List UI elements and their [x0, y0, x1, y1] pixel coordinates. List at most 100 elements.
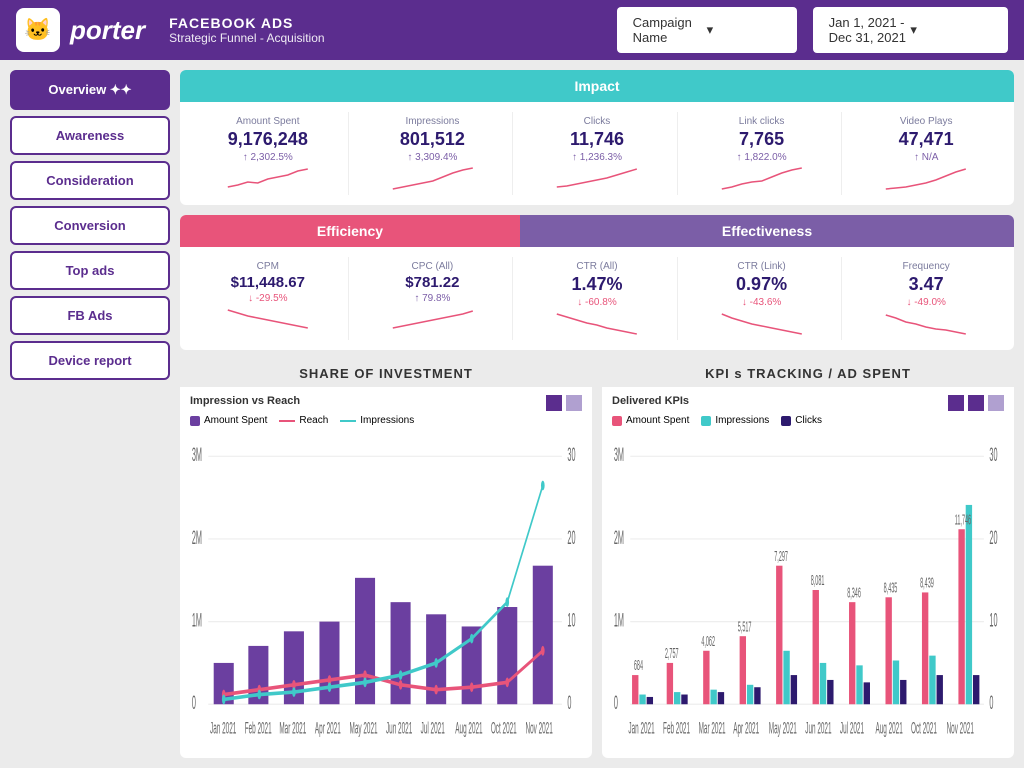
cpm-sparkline	[194, 308, 342, 332]
clicks-sparkline	[523, 167, 671, 191]
share-of-investment-panel: SHARE OF INVESTMENT Impression vs Reach …	[180, 360, 592, 758]
effectiveness-header: Effectiveness	[520, 215, 1014, 247]
metric-link-clicks: Link clicks 7,765 ↑ 1,822.0%	[682, 112, 843, 195]
kpi-chart-svg: 3M 2M 1M 0 30 20 10 0	[612, 432, 1004, 748]
sidebar-item-device-report[interactable]: Device report	[10, 341, 170, 380]
legend-reach: Reach	[279, 415, 328, 426]
svg-text:11,746: 11,746	[955, 512, 971, 528]
video-plays-label: Video Plays	[852, 116, 1000, 127]
chart-btn-2[interactable]	[566, 395, 582, 411]
date-dropdown[interactable]: Jan 1, 2021 - Dec 31, 2021 ▾	[813, 7, 1008, 53]
svg-text:Oct 2021: Oct 2021	[911, 718, 937, 738]
svg-text:Nov 2021: Nov 2021	[525, 718, 552, 738]
kpi-legend-amount-spent: Amount Spent	[612, 415, 689, 426]
link-clicks-sparkline	[688, 167, 836, 191]
cpc-value: $781.22	[359, 274, 507, 291]
metric-cpm: CPM $11,448.67 ↓ -29.5%	[188, 257, 349, 340]
impact-panel: Impact Amount Spent 9,176,248 ↑ 2,302.5%…	[180, 70, 1014, 205]
svg-text:2,757: 2,757	[665, 646, 679, 662]
svg-text:2M: 2M	[192, 528, 202, 549]
svg-text:1M: 1M	[192, 611, 202, 632]
logo-area: 🐱 porter	[16, 8, 145, 52]
legend-amount-spent: Amount Spent	[190, 415, 267, 426]
impact-metrics-row: Amount Spent 9,176,248 ↑ 2,302.5% Impres…	[180, 102, 1014, 205]
svg-text:Apr 2021: Apr 2021	[733, 718, 759, 738]
svg-text:8,081: 8,081	[811, 573, 825, 589]
charts-row: SHARE OF INVESTMENT Impression vs Reach …	[180, 360, 1014, 758]
metric-frequency: Frequency 3.47 ↓ -49.0%	[846, 257, 1006, 340]
ctr-all-value: 1.47%	[523, 274, 671, 295]
cpc-sparkline	[359, 308, 507, 332]
legend-reach-line	[279, 420, 295, 422]
svg-text:Jul 2021: Jul 2021	[840, 718, 864, 738]
soi-legend: Amount Spent Reach Impressions	[190, 415, 582, 426]
ctr-all-change: ↓ -60.8%	[523, 297, 671, 308]
impressions-change: ↑ 3,309.4%	[359, 152, 507, 163]
ctr-all-label: CTR (All)	[523, 261, 671, 272]
metric-clicks: Clicks 11,746 ↑ 1,236.3%	[517, 112, 678, 195]
sidebar-item-overview[interactable]: Overview ✦✦	[10, 70, 170, 110]
dual-panel: Efficiency Effectiveness CPM $11,448.67 …	[180, 215, 1014, 350]
sidebar-item-top-ads[interactable]: Top ads	[10, 251, 170, 290]
sidebar-item-awareness[interactable]: Awareness	[10, 116, 170, 155]
ctr-link-value: 0.97%	[688, 274, 836, 295]
kpi-legend-clicks-dot	[781, 416, 791, 426]
clicks-change: ↑ 1,236.3%	[523, 152, 671, 163]
svg-text:Oct 2021: Oct 2021	[491, 718, 517, 738]
legend-reach-label: Reach	[299, 415, 328, 426]
campaign-dropdown[interactable]: Campaign Name ▾	[617, 7, 797, 53]
kpi-chart-btn-3[interactable]	[988, 395, 1004, 411]
legend-impressions: Impressions	[340, 415, 414, 426]
date-range-label: Jan 1, 2021 - Dec 31, 2021	[829, 15, 911, 45]
amount-spent-change: ↑ 2,302.5%	[194, 152, 342, 163]
svg-text:0: 0	[567, 693, 571, 714]
impression-reach-subtitle: Impression vs Reach	[190, 395, 300, 407]
svg-text:1M: 1M	[614, 611, 624, 632]
campaign-dropdown-arrow: ▾	[707, 22, 781, 38]
svg-text:10: 10	[989, 611, 997, 632]
svg-text:Jan 2021: Jan 2021	[210, 718, 236, 738]
header-title-line1: FACEBOOK ADS	[169, 15, 324, 31]
campaign-dropdown-label: Campaign Name	[633, 15, 707, 45]
svg-text:Nov 2021: Nov 2021	[947, 718, 974, 738]
cpc-label: CPC (All)	[359, 261, 507, 272]
amount-spent-sparkline	[194, 167, 342, 191]
svg-text:30: 30	[567, 445, 575, 466]
svg-text:8,346: 8,346	[847, 585, 861, 601]
soi-chart-area: 3M 2M 1M 0 30 20 10 0	[190, 432, 582, 748]
svg-text:20: 20	[989, 528, 997, 549]
sidebar-item-conversion[interactable]: Conversion	[10, 206, 170, 245]
kpi-legend-impressions-label: Impressions	[715, 415, 769, 426]
kpi-legend-amount-label: Amount Spent	[626, 415, 689, 426]
metric-ctr-link: CTR (Link) 0.97% ↓ -43.6%	[682, 257, 843, 340]
link-clicks-value: 7,765	[688, 129, 836, 150]
impressions-value: 801,512	[359, 129, 507, 150]
delivered-kpis-subtitle: Delivered KPIs	[612, 395, 689, 407]
link-clicks-label: Link clicks	[688, 116, 836, 127]
video-plays-change: ↑ N/A	[852, 152, 1000, 163]
svg-text:10: 10	[567, 611, 575, 632]
chart-btn-1[interactable]	[546, 395, 562, 411]
sidebar-item-fb-ads[interactable]: FB Ads	[10, 296, 170, 335]
sidebar-item-consideration[interactable]: Consideration	[10, 161, 170, 200]
svg-text:0: 0	[989, 693, 993, 714]
logo-icon: 🐱	[16, 8, 60, 52]
link-clicks-change: ↑ 1,822.0%	[688, 152, 836, 163]
header: 🐱 porter FACEBOOK ADS Strategic Funnel -…	[0, 0, 1024, 60]
sidebar: Overview ✦✦ Awareness Consideration Conv…	[10, 70, 170, 758]
kpi-chart-btn-2[interactable]	[968, 395, 984, 411]
kpi-legend-clicks-label: Clicks	[795, 415, 822, 426]
svg-text:May 2021: May 2021	[350, 718, 378, 738]
svg-text:4,062: 4,062	[701, 634, 715, 650]
frequency-value: 3.47	[852, 274, 1000, 295]
share-of-investment-title: SHARE OF INVESTMENT	[180, 360, 592, 387]
metric-ctr-all: CTR (All) 1.47% ↓ -60.8%	[517, 257, 678, 340]
svg-text:2M: 2M	[614, 528, 624, 549]
svg-text:Mar 2021: Mar 2021	[699, 718, 726, 738]
cpc-change: ↑ 79.8%	[359, 293, 507, 304]
svg-text:Aug 2021: Aug 2021	[455, 718, 482, 738]
cpm-value: $11,448.67	[194, 274, 342, 291]
kpi-chart-btn-1[interactable]	[948, 395, 964, 411]
svg-text:Jun 2021: Jun 2021	[386, 718, 412, 738]
frequency-label: Frequency	[852, 261, 1000, 272]
